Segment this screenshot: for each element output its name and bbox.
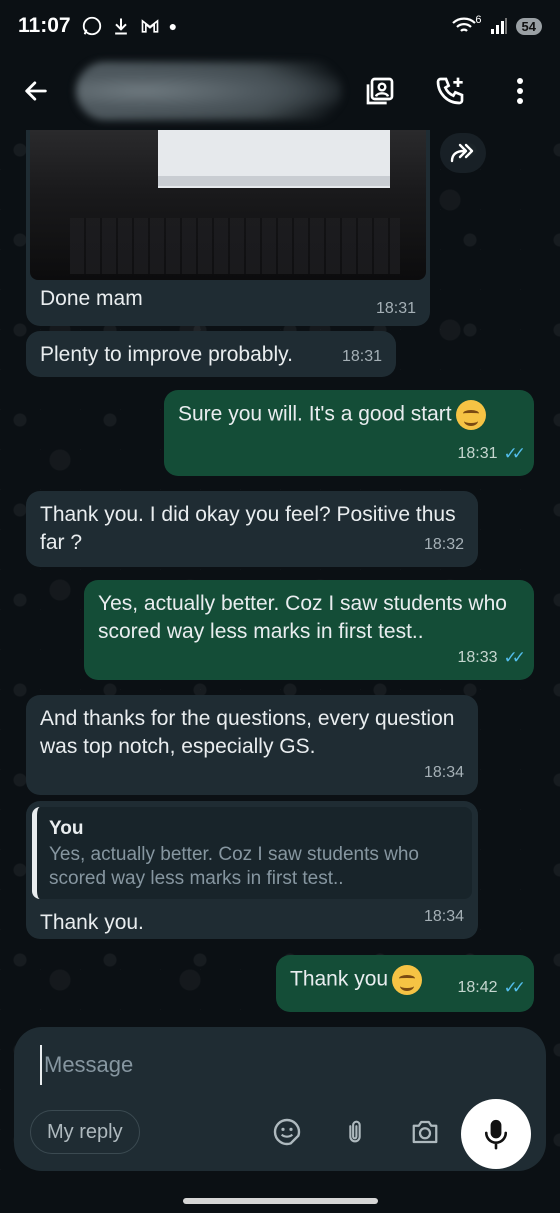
navigation-bar — [0, 1185, 560, 1213]
add-call-button[interactable] — [432, 73, 468, 109]
read-ticks-icon: ✓✓ — [503, 978, 526, 997]
message-text: Yes, actually better. Coz I saw students… — [98, 592, 507, 643]
incoming-message[interactable]: And thanks for the questions, every ques… — [26, 695, 478, 795]
smiling-face-emoji-icon — [392, 965, 423, 995]
message-time: 18:32 — [423, 536, 464, 553]
outgoing-message[interactable]: Yes, actually better. Coz I saw students… — [84, 580, 534, 680]
laptop-taskbar — [158, 176, 390, 186]
outgoing-message[interactable]: Thank you 18:42 ✓✓ — [276, 955, 534, 1012]
message-time: 18:33 ✓✓ — [457, 644, 526, 672]
incoming-message[interactable]: Thank you. I did okay you feel? Positive… — [26, 491, 478, 567]
quote-text: Yes, actually better. Coz I saw students… — [49, 844, 419, 889]
contact-card-icon — [366, 77, 394, 105]
gmail-icon — [141, 19, 158, 33]
read-ticks-icon: ✓✓ — [503, 648, 526, 667]
chat-header — [0, 52, 560, 130]
network-badge: 6 — [475, 14, 482, 26]
incoming-reply-message[interactable]: You Yes, actually better. Coz I saw stud… — [26, 801, 478, 939]
add-call-icon — [436, 77, 464, 105]
message-text: Done mam — [40, 287, 143, 310]
outgoing-message[interactable]: Sure you will. It's a good start 18:31 ✓✓ — [164, 390, 534, 476]
contact-card-button[interactable] — [362, 73, 398, 109]
forward-icon — [450, 143, 474, 163]
back-button[interactable] — [16, 71, 56, 111]
message-text: Sure you will. It's a good start — [178, 402, 452, 426]
whatsapp-notification-icon — [82, 16, 101, 36]
message-text: Plenty to improve probably. — [40, 343, 293, 366]
message-time: 18:34 — [423, 908, 464, 925]
more-vert-icon — [517, 78, 523, 104]
message-time: 18:31 ✓✓ — [457, 440, 526, 468]
back-arrow-icon — [25, 81, 47, 101]
camera-button[interactable] — [408, 1115, 442, 1149]
message-time: 18:42 ✓✓ — [457, 974, 526, 1002]
read-ticks-icon: ✓✓ — [503, 444, 526, 463]
wifi-icon — [452, 17, 477, 32]
message-input[interactable] — [40, 1045, 440, 1085]
attach-button[interactable] — [338, 1115, 372, 1149]
signal-icon — [490, 18, 507, 34]
my-reply-chip[interactable]: My reply — [30, 1110, 140, 1154]
home-gesture-handle[interactable] — [183, 1198, 378, 1204]
camera-icon — [412, 1120, 438, 1144]
message-text: Thank you. — [40, 911, 144, 934]
chip-label: My reply — [47, 1120, 123, 1143]
quote-author: You — [49, 818, 84, 839]
contact-info-blurred[interactable] — [76, 62, 342, 120]
message-text: And thanks for the questions, every ques… — [40, 707, 455, 758]
status-bar: 11:07 ● 6 54 — [0, 0, 560, 52]
message-text: Thank you. I did okay you feel? Positive… — [40, 503, 456, 554]
quoted-message[interactable]: You Yes, actually better. Coz I saw stud… — [32, 807, 472, 899]
dot-icon: ● — [168, 18, 178, 34]
message-time: 18:34 — [423, 764, 464, 781]
message-text: Thank you — [290, 967, 389, 991]
download-icon — [114, 18, 127, 35]
message-time: 18:31 — [341, 348, 382, 365]
voice-message-button[interactable] — [461, 1099, 531, 1169]
status-time: 11:07 — [18, 14, 71, 37]
message-time: 18:31 — [375, 300, 416, 317]
battery-indicator: 54 — [515, 17, 542, 35]
laptop-photo[interactable] — [30, 130, 426, 280]
smiling-face-emoji-icon — [455, 400, 486, 430]
more-options-button[interactable] — [502, 73, 538, 109]
forward-button[interactable] — [440, 133, 486, 173]
laptop-keyboard — [70, 218, 400, 274]
microphone-icon — [484, 1119, 508, 1150]
sticker-icon — [273, 1118, 301, 1146]
paperclip-icon — [349, 1120, 361, 1143]
sticker-button[interactable] — [270, 1115, 304, 1149]
image-message[interactable]: Done mam 18:31 — [26, 130, 430, 326]
message-composer: My reply — [14, 1027, 546, 1171]
incoming-message[interactable]: Plenty to improve probably. 18:31 — [26, 331, 396, 377]
